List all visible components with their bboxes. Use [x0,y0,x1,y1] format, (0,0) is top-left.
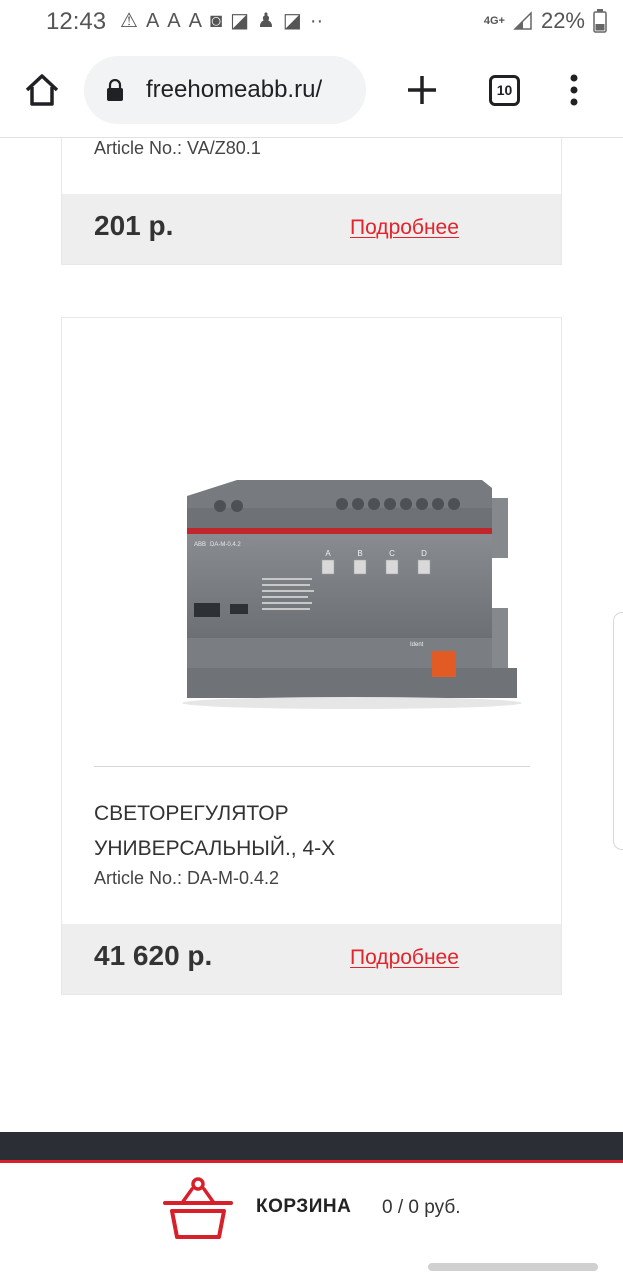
edge-panel-handle[interactable] [613,612,623,850]
product-image[interactable]: ABB DA-M-0.4.2 A B C D Ident [92,348,532,768]
network-type: 4G+ [483,14,505,27]
product-article: Article No.: VA/Z80.1 [94,138,261,158]
app-icon: ◪ [282,10,302,32]
channel-label: D [421,549,427,558]
text-icon: A [167,10,181,32]
product-price: 41 620 р. [94,940,213,971]
product-card-footer: 201 р. Подробнее [62,194,561,264]
details-link[interactable]: Подробнее [350,216,459,240]
home-icon[interactable] [22,70,62,110]
product-price: 201 р. [94,210,174,241]
gesture-bar [428,1263,598,1271]
notification-icons: ⚠ A A A ◙ ◪ ♟ ◪ ·· [120,8,323,34]
device-brand: ABB [194,542,206,548]
battery-icon [593,9,607,33]
app-icon: ♟ [256,10,275,32]
text-icon: A [145,10,160,32]
lock-icon [107,79,123,101]
plus-icon[interactable] [404,70,440,110]
cart-label: КОРЗИНА [256,1196,352,1217]
details-link[interactable]: Подробнее [350,946,459,970]
basket-icon [163,1177,233,1239]
tab-switcher-button[interactable]: 10 [489,75,520,106]
channel-label: C [389,549,395,558]
battery-level: 22% [540,8,585,33]
product-article: Article No.: DA-M-0.4.2 [94,868,280,888]
browser-toolbar: freehomeabb.ru/ 10 [0,42,623,138]
address-bar[interactable]: freehomeabb.ru/ [84,56,366,124]
product-card-footer: 41 620 р. Подробнее [62,924,561,994]
product-title-line: УНИВЕРСАЛЬНЫЙ., 4-Х [94,837,336,860]
ident-label: Ident [410,642,424,648]
product-title-line: СВЕТОРЕГУЛЯТОР [94,802,289,825]
footer-dark-band [0,1132,623,1160]
cart-bar[interactable]: КОРЗИНА 0 / 0 руб. [0,1163,623,1280]
app-icon: ◪ [230,10,249,32]
card-divider [94,766,530,767]
more-vert-icon[interactable] [562,72,586,108]
text-icon: A [188,10,202,32]
app-icon: ◙ [209,10,223,32]
channel-label: B [357,549,362,558]
more-dots-icon: ·· [309,10,324,32]
product-card: Article No.: VA/Z80.1 201 р. Подробнее [61,138,562,265]
signal-icon [513,11,532,30]
status-time: 12:43 [46,8,107,35]
url-text: freehomeabb.ru/ [146,76,323,103]
product-title[interactable]: СВЕТОРЕГУЛЯТОР УНИВЕРСАЛЬНЫЙ., 4-Х [94,796,534,866]
product-card: ABB DA-M-0.4.2 A B C D Ident СВЕТОРЕГУЛЯ… [61,317,562,995]
device-model: DA-M-0.4.2 [210,542,241,548]
cart-total: 0 / 0 руб. [382,1197,461,1218]
status-bar: 12:43 ⚠ A A A ◙ ◪ ♟ ◪ ·· 4G+ 22% [0,0,623,42]
channel-label: A [325,549,331,558]
warning-icon: ⚠ [120,10,138,32]
